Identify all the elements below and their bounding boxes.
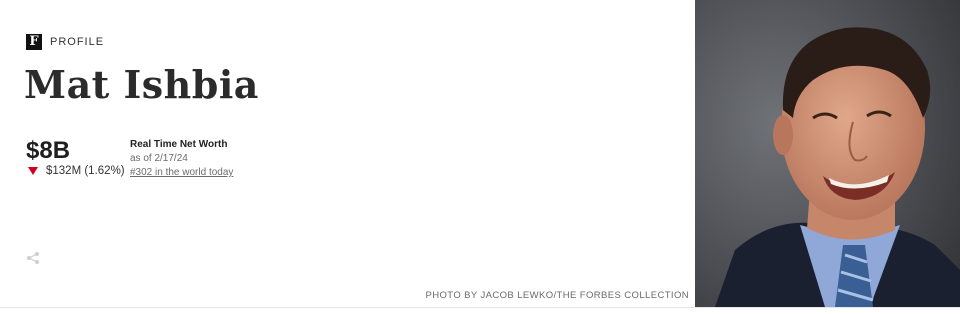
profile-photo <box>695 0 960 307</box>
world-rank-link[interactable]: #302 in the world today <box>130 167 233 178</box>
profile-header: F PROFILE Mat Ishbia $8B $132M (1.62%) R… <box>0 0 960 314</box>
person-name: Mat Ishbia <box>24 62 259 107</box>
net-worth-meta: Real Time Net Worth as of 2/17/24 #302 i… <box>130 138 233 180</box>
net-worth-as-of: as of 2/17/24 <box>130 153 188 164</box>
net-worth-change: $132M (1.62%) <box>28 165 125 177</box>
net-worth-value: $8B <box>26 137 71 164</box>
net-worth-change-text: $132M (1.62%) <box>46 165 125 177</box>
bottom-divider <box>0 307 960 308</box>
portrait-illustration <box>695 0 960 307</box>
profile-tag: F PROFILE <box>26 34 104 50</box>
share-icon[interactable] <box>26 251 40 265</box>
forbes-f-logo: F <box>26 34 42 50</box>
profile-label: PROFILE <box>50 36 105 48</box>
triangle-down-icon <box>28 167 38 175</box>
photo-credit: PHOTO BY JACOB LEWKO/THE FORBES COLLECTI… <box>425 290 689 301</box>
net-worth-label: Real Time Net Worth <box>130 139 228 150</box>
